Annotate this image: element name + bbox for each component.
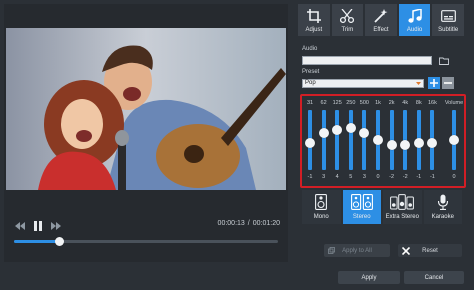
seek-bar-handle[interactable] <box>54 237 64 246</box>
speaker-icon <box>315 194 328 210</box>
eq-band-value: -1 <box>429 174 435 180</box>
volume-label: Volume <box>444 100 464 106</box>
extra-stereo-icon <box>390 194 415 210</box>
music-note-icon <box>407 8 422 23</box>
chevron-down-icon <box>416 82 421 85</box>
crop-icon <box>306 9 321 23</box>
eq-band-31: 31 -1 <box>304 98 316 184</box>
eq-band-8k: 8k -1 <box>413 98 425 184</box>
mode-label: Extra Stereo <box>385 214 419 220</box>
video-preview-panel: 00:00:13/00:01:20 <box>4 4 288 262</box>
eq-band-1k: 1k 0 <box>372 98 384 184</box>
eq-band-slider[interactable] <box>335 110 340 170</box>
cancel-button[interactable]: Cancel <box>404 271 464 284</box>
eq-band-handle[interactable] <box>318 127 329 138</box>
eq-band-handle[interactable] <box>427 137 438 148</box>
seek-bar[interactable] <box>14 237 278 246</box>
eq-band-handle[interactable] <box>332 125 343 135</box>
close-icon <box>402 247 410 255</box>
reset-label: Reset <box>422 247 438 254</box>
preset-select[interactable]: Pop <box>302 79 424 88</box>
tab-audio[interactable]: Audio <box>398 4 431 36</box>
time-display: 00:00:13/00:01:20 <box>218 220 280 227</box>
apply-to-all-label: Apply to All <box>342 247 372 254</box>
mode-label: Stereo <box>352 214 371 220</box>
mode-stereo[interactable]: Stereo <box>342 190 381 224</box>
preset-value: Pop <box>305 80 316 86</box>
apply-to-all-button[interactable]: Apply to All <box>324 244 390 257</box>
eq-band-handle[interactable] <box>305 137 315 148</box>
eq-band-handle[interactable] <box>373 135 383 145</box>
total-time: 00:01:20 <box>252 220 280 227</box>
tab-subtitle[interactable]: Subtitle <box>432 4 464 36</box>
eq-band-2k: 2k -2 <box>386 98 398 184</box>
scissors-icon <box>340 9 355 23</box>
eq-band-handle[interactable] <box>359 127 370 138</box>
rewind-icon <box>15 222 25 230</box>
copy-icon <box>328 247 335 254</box>
folder-icon <box>439 57 449 65</box>
tab-adjust[interactable]: Adjust <box>298 4 330 36</box>
add-preset-button[interactable] <box>428 77 440 89</box>
eq-band-slider[interactable] <box>362 110 367 170</box>
fast-forward-button[interactable] <box>50 219 62 233</box>
volume-value: 0 <box>452 174 456 180</box>
eq-band-slider[interactable] <box>348 110 353 170</box>
tab-trim[interactable]: Trim <box>331 4 364 36</box>
pause-button[interactable] <box>32 219 44 233</box>
minus-icon <box>444 82 452 84</box>
eq-band-slider[interactable] <box>321 110 326 170</box>
eq-band-4k: 4k -2 <box>399 98 411 184</box>
mode-mono[interactable]: Mono <box>302 190 341 224</box>
current-time: 00:00:13 <box>217 220 245 227</box>
video-frame-image <box>6 28 286 190</box>
sound-mode-selector: Mono Stereo Extra Stereo Karaoke <box>302 190 462 224</box>
rewind-button[interactable] <box>14 219 26 233</box>
mode-extra-stereo[interactable]: Extra Stereo <box>383 190 422 224</box>
eq-band-handle[interactable] <box>345 122 356 133</box>
eq-band-62: 62 3 <box>318 98 330 184</box>
eq-band-16k: 16k -1 <box>426 98 438 184</box>
playback-controls: 00:00:13/00:01:20 <box>4 216 288 262</box>
mode-karaoke[interactable]: Karaoke <box>423 190 462 224</box>
tab-label: Effect <box>373 27 389 33</box>
magic-wand-icon <box>374 9 388 23</box>
eq-band-handle[interactable] <box>400 140 411 150</box>
apply-button[interactable]: Apply <box>338 271 400 284</box>
equalizer-panel: 31 -1 62 3 125 4 250 5 500 3 1k 0 2k -2 4k -2 8k -1 16k -1 V… <box>300 94 466 188</box>
eq-band-handle[interactable] <box>386 140 397 150</box>
eq-band-handle[interactable] <box>413 137 424 148</box>
eq-volume: Volume 0 <box>445 98 463 184</box>
microphone-icon <box>437 194 448 210</box>
tab-effect[interactable]: Effect <box>365 4 397 36</box>
remove-preset-button[interactable] <box>442 77 454 89</box>
audio-label: Audio <box>302 46 318 52</box>
tab-label: Trim <box>341 27 354 33</box>
reset-button[interactable]: Reset <box>398 244 462 257</box>
eq-band-250: 250 5 <box>345 98 357 184</box>
edit-panel: Adjust Trim Effect Audio Subtitle Audio … <box>294 0 474 290</box>
edit-tabs: Adjust Trim Effect Audio Subtitle <box>298 4 464 36</box>
mode-label: Karaoke <box>431 214 454 220</box>
subtitle-icon <box>440 10 456 22</box>
fast-forward-icon <box>51 222 61 230</box>
tab-label: Subtitle <box>438 27 459 33</box>
pause-icon <box>34 221 42 231</box>
volume-handle[interactable] <box>449 135 459 145</box>
open-folder-button[interactable] <box>438 55 450 66</box>
time-separator: / <box>247 220 250 227</box>
preset-label: Preset <box>302 69 320 75</box>
mode-label: Mono <box>313 214 329 220</box>
video-frame <box>6 28 286 190</box>
eq-band-125: 125 4 <box>331 98 343 184</box>
eq-band-500: 500 3 <box>358 98 370 184</box>
seek-bar-progress <box>14 240 59 243</box>
tab-label: Audio <box>406 27 423 33</box>
audio-track-input[interactable] <box>302 56 432 65</box>
plus-icon <box>430 79 438 87</box>
stereo-speakers-icon <box>350 194 373 210</box>
tab-label: Adjust <box>305 27 323 33</box>
